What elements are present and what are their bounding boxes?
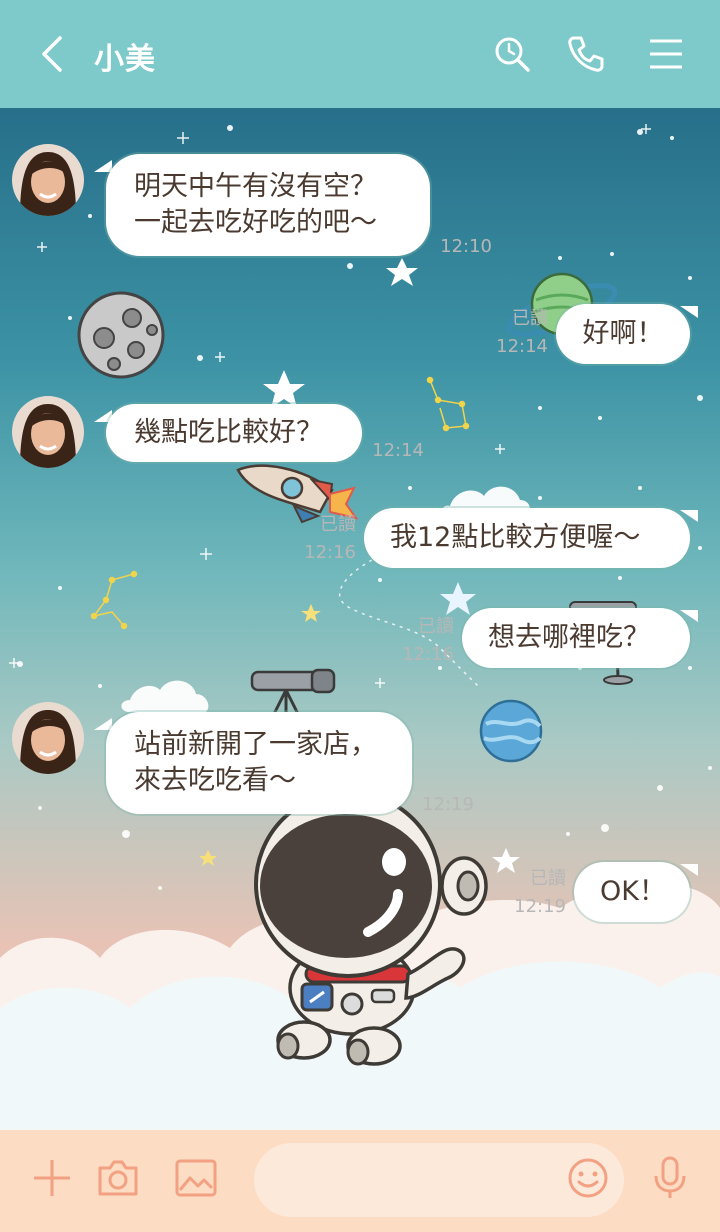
- camera-icon[interactable]: [96, 1156, 140, 1200]
- blue-planet-illustration: [479, 699, 543, 763]
- bubble-tail: [94, 718, 112, 730]
- outgoing-message-bubble[interactable]: 好啊！: [556, 304, 690, 364]
- incoming-message-bubble[interactable]: 站前新開了一家店， 來去吃吃看～: [106, 712, 412, 814]
- message-time: 12:16: [304, 542, 356, 563]
- phone-icon[interactable]: [566, 34, 606, 74]
- outgoing-message-bubble[interactable]: OK！: [574, 862, 690, 922]
- astronaut-illustration: [254, 794, 488, 1066]
- message-time: 12:14: [496, 336, 548, 357]
- bubble-tail: [680, 306, 698, 318]
- incoming-message-bubble[interactable]: 明天中午有沒有空？ 一起去吃好吃的吧～: [106, 154, 430, 256]
- chat-header: 小美: [0, 0, 720, 108]
- incoming-message-bubble[interactable]: 幾點吃比較好？: [106, 404, 362, 462]
- contact-avatar[interactable]: [12, 702, 84, 774]
- message-time: 12:19: [422, 794, 474, 815]
- bubble-tail: [94, 160, 112, 172]
- read-receipt: 已讀: [530, 868, 566, 889]
- read-receipt: 已讀: [418, 616, 454, 637]
- back-arrow-icon[interactable]: [36, 34, 70, 74]
- message-time: 12:10: [440, 236, 492, 257]
- read-receipt: 已讀: [320, 514, 356, 535]
- message-time: 12:19: [514, 896, 566, 917]
- message-time: 12:14: [372, 440, 424, 461]
- chat-screen: 小美 明天中午有沒有空？ 一起去吃好吃的吧～ 12:10 好啊！ 已讀 12:1…: [0, 0, 720, 1232]
- contact-avatar[interactable]: [12, 144, 84, 216]
- emoji-icon[interactable]: [566, 1156, 610, 1200]
- moon-rock-illustration: [77, 291, 165, 379]
- plus-icon[interactable]: [30, 1156, 74, 1200]
- microphone-icon[interactable]: [648, 1156, 692, 1200]
- bubble-tail: [680, 510, 698, 522]
- avatar-portrait-icon: [12, 144, 84, 216]
- bubble-tail: [680, 864, 698, 876]
- chat-title: 小美: [94, 42, 156, 77]
- outgoing-message-bubble[interactable]: 我12點比較方便喔～: [364, 508, 690, 568]
- avatar-portrait-icon: [12, 396, 84, 468]
- contact-avatar[interactable]: [12, 396, 84, 468]
- read-receipt: 已讀: [512, 308, 548, 329]
- search-icon[interactable]: [492, 34, 532, 74]
- bubble-tail: [680, 610, 698, 622]
- chat-background: 明天中午有沒有空？ 一起去吃好吃的吧～ 12:10 好啊！ 已讀 12:14 幾…: [0, 108, 720, 1130]
- outgoing-message-bubble[interactable]: 想去哪裡吃？: [462, 608, 690, 668]
- avatar-portrait-icon: [12, 702, 84, 774]
- menu-icon[interactable]: [646, 34, 686, 74]
- message-time: 12:16: [402, 644, 454, 665]
- image-icon[interactable]: [174, 1156, 218, 1200]
